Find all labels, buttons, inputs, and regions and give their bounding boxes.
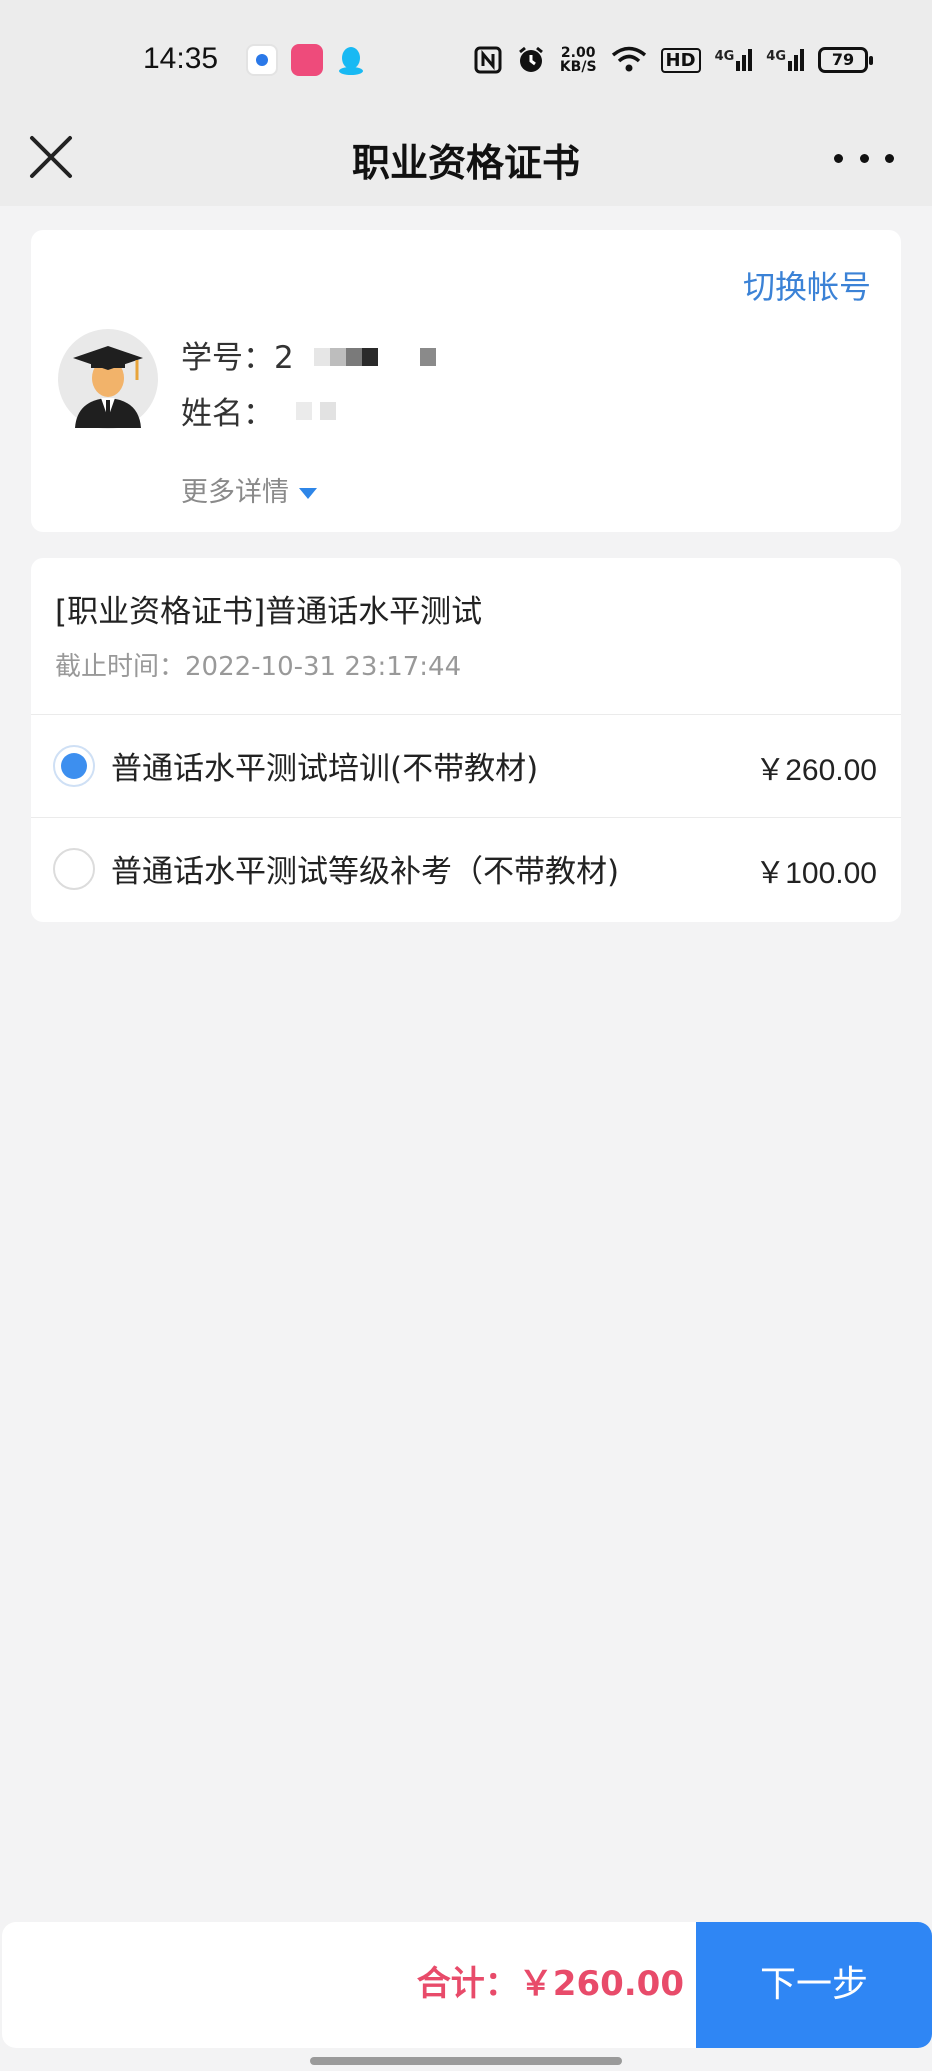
deadline: 截止时间：2022-10-31 23:17:44 — [55, 652, 462, 682]
status-time: 14:35 — [143, 42, 219, 75]
signal-icon-2: 4G — [766, 49, 804, 71]
more-details-label: 更多详情 — [181, 477, 289, 508]
student-name-label: 姓名： — [181, 396, 274, 432]
option-label: 普通话水平测试等级补考（不带教材) — [111, 854, 620, 890]
caret-down-icon — [299, 488, 317, 499]
graduate-avatar-icon — [58, 329, 158, 429]
net-speed: 2.00 KB/S — [559, 45, 597, 75]
page-title: 职业资格证书 — [351, 141, 580, 185]
app-circle-icon — [246, 44, 278, 76]
qq-icon — [339, 47, 363, 75]
more-dot — [885, 153, 894, 163]
more-icon[interactable] — [834, 138, 894, 178]
user-info-card: 切换帐号 学号：2 姓名： 更多详情 — [31, 230, 901, 532]
signal-icon: 4G — [715, 49, 753, 71]
student-id-label: 学号： — [181, 340, 274, 376]
checkout-bar: 合计：￥260.00 下一步 — [2, 1922, 932, 2048]
more-dot — [859, 153, 869, 163]
student-id-value: 2 — [274, 340, 294, 376]
redacted-name — [296, 402, 336, 420]
more-dot — [834, 153, 843, 163]
option-training[interactable]: 普通话水平测试培训(不带教材) ￥260.00 — [31, 715, 901, 817]
radio-unselected-icon[interactable] — [53, 848, 95, 890]
hd-badge: HD — [660, 47, 701, 73]
course-title: [职业资格证书]普通话水平测试 — [55, 594, 483, 630]
app-pink-icon — [291, 44, 323, 76]
status-indicators: 2.00 KB/S HD 4G 4G 79 — [474, 40, 873, 80]
total-amount: 合计：￥260.00 — [416, 1964, 684, 2004]
nfc-icon — [474, 46, 502, 74]
home-indicator[interactable] — [310, 2057, 622, 2065]
more-details-toggle[interactable]: 更多详情 — [181, 470, 317, 509]
next-step-button[interactable]: 下一步 — [696, 1922, 932, 2048]
alarm-icon — [518, 46, 543, 72]
battery-icon: 79 — [818, 47, 873, 73]
course-card: [职业资格证书]普通话水平测试 截止时间：2022-10-31 23:17:44… — [31, 558, 901, 922]
status-bar: 14:35 2.00 KB/S HD 4G 4G 79 — [0, 0, 932, 110]
title-bar: 职业资格证书 — [0, 110, 932, 206]
option-label: 普通话水平测试培训(不带教材) — [111, 751, 539, 787]
option-price: ￥100.00 — [755, 857, 877, 890]
wifi-icon — [611, 46, 646, 72]
radio-selected-icon[interactable] — [53, 745, 95, 787]
redacted-id — [314, 348, 436, 366]
option-price: ￥260.00 — [755, 754, 877, 787]
student-id: 学号：2 — [181, 332, 294, 377]
option-makeup-exam[interactable]: 普通话水平测试等级补考（不带教材) ￥100.00 — [31, 818, 901, 920]
switch-account-link[interactable]: 切换帐号 — [743, 262, 871, 308]
student-name: 姓名： — [181, 388, 274, 433]
